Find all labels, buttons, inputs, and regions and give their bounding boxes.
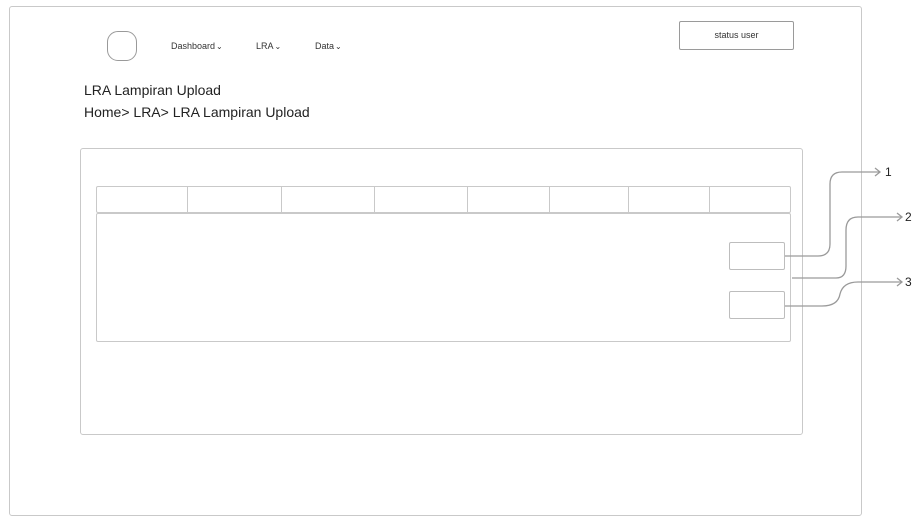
callout-line-3	[785, 281, 902, 307]
callout-label-1: 1	[885, 165, 892, 179]
callout-lines	[785, 167, 904, 307]
callout-line-2	[792, 216, 902, 279]
callout-label-2: 2	[905, 210, 912, 224]
callout-line-1	[785, 171, 880, 257]
callout-label-3: 3	[905, 275, 912, 289]
